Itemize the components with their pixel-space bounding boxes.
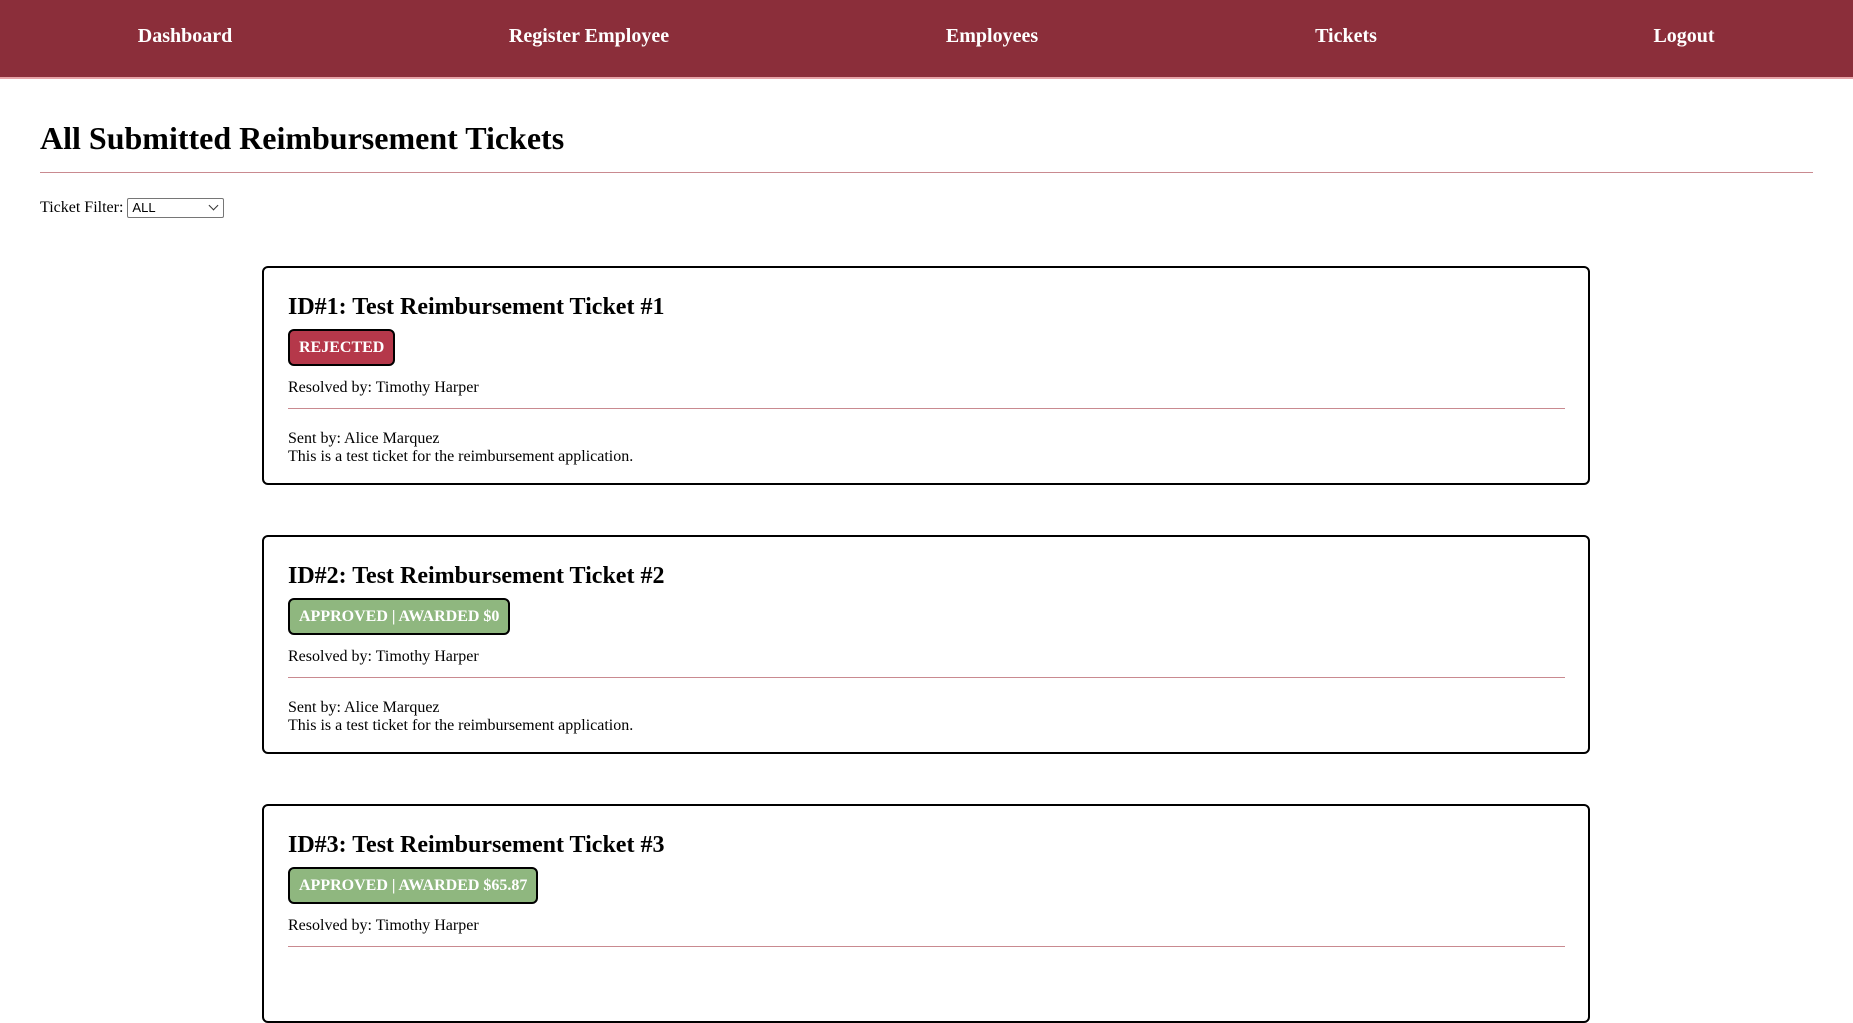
page-title: All Submitted Reimbursement Tickets [40, 120, 565, 156]
ticket-filter-selected-value: ALL [132, 200, 156, 215]
ticket-resolved-by: Resolved by: Timothy Harper [288, 648, 479, 665]
status-badge: REJECTED [288, 329, 396, 366]
ticket-resolved-by: Resolved by: Timothy Harper [288, 379, 479, 396]
ticket-sent-by: Sent by: Alice Marquez [288, 699, 440, 716]
ticket-filter-label: Ticket Filter: [40, 199, 124, 216]
nav-employees-link[interactable]: Employees [946, 0, 1038, 72]
title-divider [40, 172, 1813, 173]
ticket-filter-select[interactable]: ALL [127, 198, 225, 218]
ticket-description: This is a test ticket for the reimbursem… [288, 448, 634, 465]
ticket-divider [288, 677, 1565, 678]
ticket-title: ID#2: Test Reimbursement Ticket #2 [288, 563, 665, 589]
status-badge: APPROVED | AWARDED $0 [288, 598, 511, 635]
ticket-description: This is a test ticket for the reimbursem… [288, 717, 634, 734]
chevron-down-icon [208, 200, 219, 211]
ticket-sent-by: Sent by: Alice Marquez [288, 430, 440, 447]
ticket-card: ID#3: Test Reimbursement Ticket #3 APPRO… [262, 804, 1590, 1023]
ticket-title: ID#1: Test Reimbursement Ticket #1 [288, 294, 665, 320]
ticket-divider [288, 408, 1565, 409]
nav-logout-link[interactable]: Logout [1653, 0, 1714, 72]
top-navbar: Dashboard Register Employee Employees Ti… [0, 0, 1853, 79]
ticket-filter-row: Ticket Filter: ALL [40, 197, 225, 219]
ticket-card: ID#1: Test Reimbursement Ticket #1 REJEC… [262, 266, 1590, 485]
ticket-card: ID#2: Test Reimbursement Ticket #2 APPRO… [262, 535, 1590, 754]
ticket-resolved-by: Resolved by: Timothy Harper [288, 917, 479, 934]
ticket-title: ID#3: Test Reimbursement Ticket #3 [288, 832, 665, 858]
nav-register-employee-link[interactable]: Register Employee [509, 0, 669, 72]
nav-dashboard-link[interactable]: Dashboard [138, 0, 232, 72]
nav-tickets-link[interactable]: Tickets [1315, 0, 1377, 72]
ticket-divider [288, 946, 1565, 947]
status-badge: APPROVED | AWARDED $65.87 [288, 867, 539, 904]
